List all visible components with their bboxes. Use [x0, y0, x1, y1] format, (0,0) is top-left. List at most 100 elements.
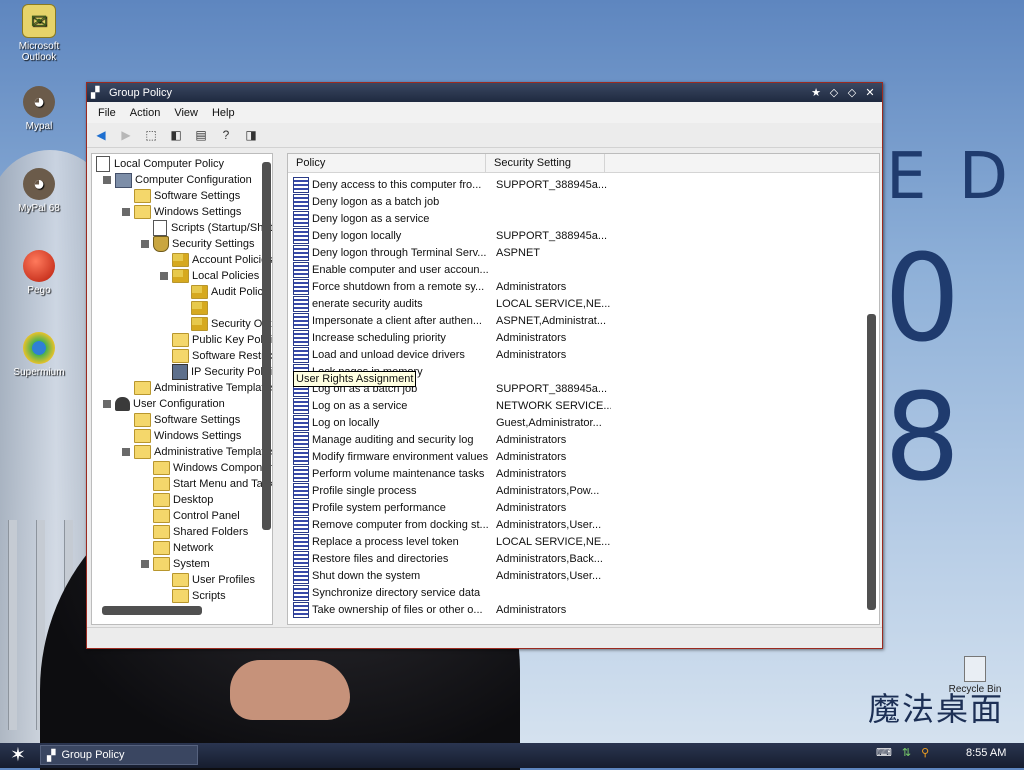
tree-node[interactable]: Local Policies — [160, 268, 259, 284]
policy-row[interactable]: Modify firmware environment values Admini… — [288, 448, 611, 465]
policy-row[interactable]: Synchronize directory service data — [288, 584, 611, 601]
desktop-icon-outlook[interactable]: ✉ Microsoft Outlook — [3, 4, 75, 63]
tree-node[interactable]: Security Opt — [179, 316, 272, 332]
expander-icon[interactable] — [122, 208, 130, 216]
desktop-icon-supermium[interactable]: Supermium — [3, 332, 75, 378]
tree-node[interactable]: Local Computer Policy — [96, 156, 224, 172]
expander-icon[interactable] — [141, 560, 149, 568]
help-icon[interactable]: ? — [216, 126, 236, 144]
desktop-icon-label: Microsoft Outlook — [18, 41, 60, 63]
policy-row[interactable]: Replace a process level token LOCAL SERVI… — [288, 533, 611, 550]
policy-icon — [293, 448, 309, 465]
tree-vertical-scrollbar[interactable] — [262, 162, 271, 530]
policy-name: Synchronize directory service data — [312, 586, 481, 599]
tree-node[interactable]: Windows Settings — [122, 204, 241, 220]
tree-node[interactable]: Start Menu and Task — [141, 476, 272, 492]
tree-node[interactable]: IP Security Polici — [160, 364, 272, 380]
policy-row[interactable]: Enable computer and user accoun... — [288, 261, 611, 278]
expander-icon[interactable] — [103, 400, 111, 408]
tree-node[interactable]: Software Settings — [122, 412, 240, 428]
tree-horizontal-scrollbar[interactable] — [102, 606, 202, 615]
policy-row[interactable]: Profile single process Administrators,Pow… — [288, 482, 611, 499]
tree-node[interactable]: Scripts (Startup/Shut — [141, 220, 272, 236]
policy-row[interactable]: Log on as a service NETWORK SERVICE... — [288, 397, 611, 414]
policy-row[interactable]: Deny logon as a service — [288, 210, 611, 227]
tree-node[interactable]: Control Panel — [141, 508, 240, 524]
maximize-button[interactable]: ◇ — [844, 86, 860, 100]
policy-row[interactable]: Take ownership of files or other o... Adm… — [288, 601, 611, 618]
policy-list-pane[interactable]: Policy Security Setting Deny access to t… — [287, 153, 880, 625]
close-button[interactable]: ✕ — [862, 86, 878, 100]
policy-row[interactable]: Manage auditing and security log Administ… — [288, 431, 611, 448]
policy-row[interactable]: Increase scheduling priority Administrato… — [288, 329, 611, 346]
tree-node[interactable]: Public Key Policie — [160, 332, 272, 348]
tree-pane[interactable]: Local Computer Policy Computer Configurat… — [91, 153, 273, 625]
keyboard-icon[interactable]: ⌨ — [876, 746, 892, 759]
tree-node[interactable]: Audit Policy — [179, 284, 268, 300]
group-policy-window[interactable]: ▞ Group Policy ★ ◇ ◇ ✕ File Action View … — [86, 82, 883, 649]
expander-icon[interactable] — [103, 176, 111, 184]
menu-action[interactable]: Action — [123, 107, 168, 119]
clock[interactable]: 8:55 AM — [966, 747, 1006, 759]
tree-node[interactable]: Account Policies — [160, 252, 272, 268]
expander-icon[interactable] — [122, 448, 130, 456]
policy-row[interactable]: Deny logon through Terminal Serv... ASPNE… — [288, 244, 611, 261]
taskbar-item-group-policy[interactable]: ▞ Group Policy — [40, 745, 198, 765]
policy-row[interactable]: Perform volume maintenance tasks Administ… — [288, 465, 611, 482]
list-vertical-scrollbar[interactable] — [867, 314, 876, 610]
tree-node[interactable]: User Profiles — [160, 572, 255, 588]
policy-row[interactable]: enerate security audits LOCAL SERVICE,NE.… — [288, 295, 611, 312]
tree-node-label: Desktop — [173, 494, 214, 506]
tree-node[interactable]: Administrative Templates — [122, 380, 272, 396]
tree-node[interactable]: Windows Component — [141, 460, 272, 476]
menu-file[interactable]: File — [91, 107, 123, 119]
tree-node[interactable]: Computer Configuration — [103, 172, 252, 188]
tree-node-label: Security Settings — [172, 238, 255, 250]
policy-row[interactable]: Profile system performance Administrators — [288, 499, 611, 516]
menu-help[interactable]: Help — [205, 107, 242, 119]
tree-node[interactable]: Network — [141, 540, 213, 556]
tree-node[interactable]: Scripts — [160, 588, 226, 604]
search-icon[interactable]: ⚲ — [921, 746, 929, 759]
minimize-button[interactable]: ◇ — [826, 86, 842, 100]
policy-row[interactable]: Deny logon locally SUPPORT_388945a... — [288, 227, 611, 244]
tree-node[interactable]: Security Settings — [141, 236, 255, 252]
policy-row[interactable]: Deny logon as a batch job — [288, 193, 611, 210]
computer-icon — [115, 172, 132, 188]
properties-icon[interactable]: ◨ — [241, 126, 261, 144]
policy-row[interactable]: Restore files and directories Administrat… — [288, 550, 611, 567]
tree-node[interactable]: Windows Settings — [122, 428, 241, 444]
start-button[interactable]: ✶ — [6, 745, 30, 766]
policy-row[interactable]: Force shutdown from a remote sy... Admini… — [288, 278, 611, 295]
show-hide-tree-icon[interactable]: ◧ — [166, 126, 186, 144]
window-titlebar[interactable]: ▞ Group Policy ★ ◇ ◇ ✕ — [87, 83, 882, 102]
up-folder-icon[interactable]: ⬚ — [141, 126, 161, 144]
back-arrow-icon[interactable]: ◀ — [91, 126, 111, 144]
policy-row[interactable]: Log on locally Guest,Administrator... — [288, 414, 611, 431]
tree-node[interactable]: Administrative Templates — [122, 444, 272, 460]
forward-arrow-icon[interactable]: ▶ — [116, 126, 136, 144]
desktop-icon-mypal[interactable]: ◕ Mypal — [3, 86, 75, 132]
tree-node[interactable] — [179, 300, 211, 316]
policy-row[interactable]: Load and unload device drivers Administra… — [288, 346, 611, 363]
column-header-policy[interactable]: Policy — [288, 154, 486, 172]
expander-icon[interactable] — [141, 240, 149, 248]
menu-view[interactable]: View — [167, 107, 205, 119]
expander-icon[interactable] — [160, 272, 168, 280]
tree-node[interactable]: System — [141, 556, 210, 572]
star-icon[interactable]: ★ — [808, 86, 824, 100]
tree-node[interactable]: User Configuration — [103, 396, 225, 412]
policy-row[interactable]: Remove computer from docking st... Admini… — [288, 516, 611, 533]
tree-node[interactable]: Software Restric — [160, 348, 272, 364]
tree-node[interactable]: Software Settings — [122, 188, 240, 204]
desktop-icon-pego[interactable]: Pego — [3, 250, 75, 296]
policy-row[interactable]: Deny access to this computer fro... SUPPO… — [288, 176, 611, 193]
tree-node[interactable]: Desktop — [141, 492, 213, 508]
policy-row[interactable]: Impersonate a client after authen... ASPN… — [288, 312, 611, 329]
policy-row[interactable]: Shut down the system Administrators,User.… — [288, 567, 611, 584]
tree-node[interactable]: Shared Folders — [141, 524, 248, 540]
export-list-icon[interactable]: ▤ — [191, 126, 211, 144]
desktop-icon-mypal68[interactable]: ◕ MyPal 68 — [3, 168, 75, 214]
column-header-security-setting[interactable]: Security Setting — [486, 154, 605, 172]
network-icon[interactable]: ⇅ — [902, 746, 911, 759]
